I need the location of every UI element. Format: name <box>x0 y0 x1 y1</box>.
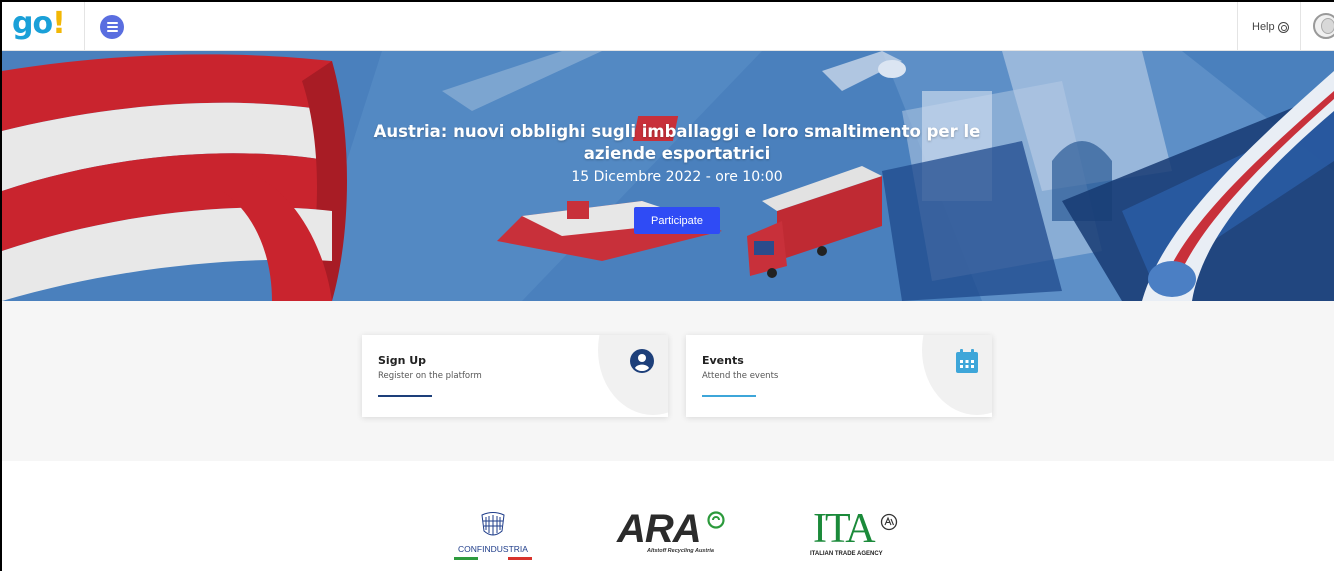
card-corner-decoration <box>598 335 668 415</box>
help-link[interactable]: Help <box>1252 17 1289 37</box>
hero-banner: Austria: nuovi obblighi sugli imballaggi… <box>2 51 1334 301</box>
user-circle-icon <box>630 349 654 373</box>
card-subtitle: Register on the platform <box>378 371 482 381</box>
signup-card[interactable]: Sign Up Register on the platform <box>362 335 668 417</box>
divider <box>1300 2 1301 51</box>
event-title: Austria: nuovi obblighi sugli imballaggi… <box>373 122 981 163</box>
card-accent-line <box>378 395 432 397</box>
calendar-icon <box>956 349 978 373</box>
ita-logo[interactable]: ITA ITALIAN TRADE AGENCY <box>810 506 910 563</box>
card-accent-line <box>702 395 756 397</box>
ita-tagline: ITALIAN TRADE AGENCY <box>810 551 883 557</box>
feature-cards: Sign Up Register on the platform Events … <box>2 301 1334 461</box>
confindustria-logo[interactable]: CONFINDUSTRIA <box>452 511 534 567</box>
ara-tagline: Altstoff Recycling Austria <box>647 548 714 554</box>
card-title: Events <box>702 354 744 367</box>
ita-wordmark: ITA <box>813 506 876 552</box>
event-date: 15 Dicembre 2022 - ore 10:00 <box>571 169 783 185</box>
card-subtitle: Attend the events <box>702 371 779 381</box>
partner-logos: CONFINDUSTRIA ARA Altstoff Recycling Aus… <box>2 461 1334 571</box>
recycle-icon <box>707 511 725 529</box>
ita-seal-icon <box>880 513 898 531</box>
eagle-emblem-icon <box>481 512 505 536</box>
card-title: Sign Up <box>378 354 427 367</box>
participate-button[interactable]: Participate <box>634 207 720 234</box>
hamburger-icon <box>106 22 118 24</box>
divider <box>1237 2 1238 51</box>
user-avatar[interactable] <box>1313 13 1334 39</box>
flag-bars <box>454 557 532 560</box>
events-card[interactable]: Events Attend the events <box>686 335 992 417</box>
menu-button[interactable] <box>100 15 124 39</box>
divider <box>84 2 85 51</box>
ara-wordmark: ARA <box>617 507 702 551</box>
ara-logo[interactable]: ARA Altstoff Recycling Austria <box>617 509 737 561</box>
confindustria-name: CONFINDUSTRIA <box>458 544 528 554</box>
lifebuoy-icon <box>1277 21 1289 33</box>
go-logo[interactable]: go! <box>12 4 66 44</box>
card-corner-decoration <box>922 335 992 415</box>
top-bar: go! Help <box>2 2 1334 51</box>
help-label: Help <box>1252 21 1275 33</box>
